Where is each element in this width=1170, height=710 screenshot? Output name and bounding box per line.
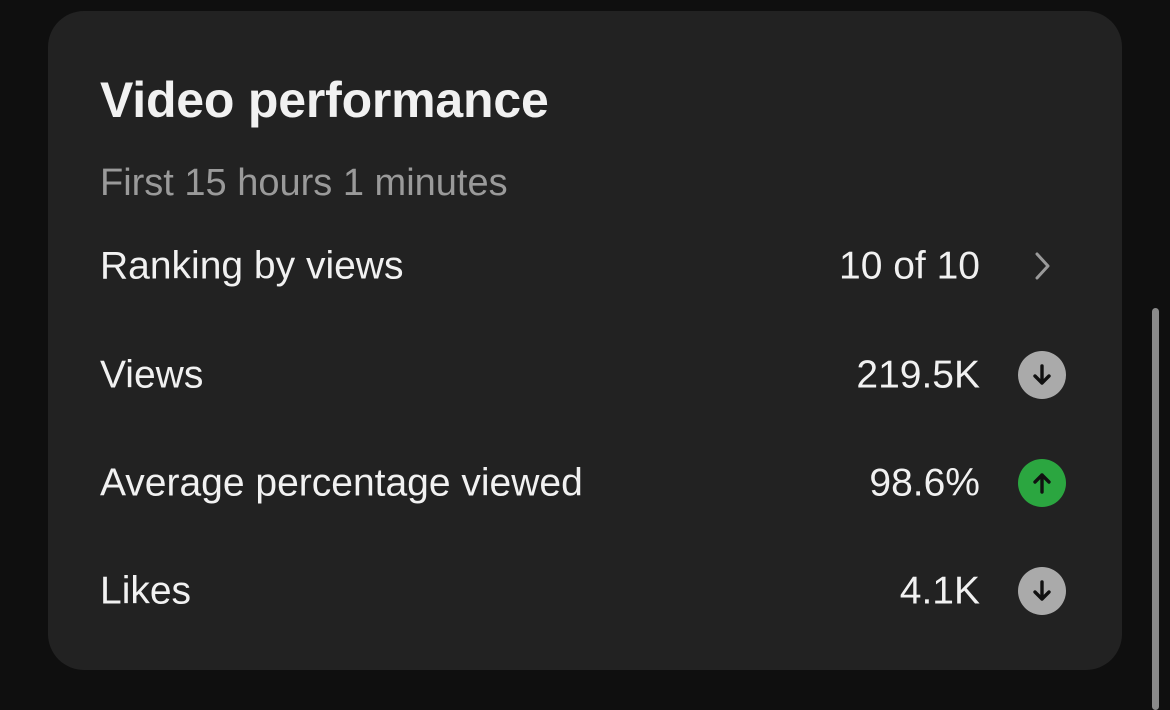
views-label: Views — [100, 353, 204, 397]
arrow-down-icon — [1018, 351, 1066, 399]
scrollbar[interactable] — [1152, 308, 1159, 710]
video-performance-card: Video performance First 15 hours 1 minut… — [48, 11, 1122, 670]
ranking-label: Ranking by views — [100, 244, 404, 288]
arrow-up-icon — [1018, 459, 1066, 507]
card-subtitle: First 15 hours 1 minutes — [100, 162, 508, 204]
chevron-right-icon[interactable] — [1030, 248, 1054, 284]
likes-label: Likes — [100, 569, 192, 613]
avg-percentage-label: Average percentage viewed — [100, 461, 583, 505]
likes-row: Likes 4.1K — [100, 561, 1068, 621]
views-value: 219.5K — [856, 353, 980, 397]
arrow-down-icon — [1018, 567, 1066, 615]
views-row: Views 219.5K — [100, 345, 1068, 405]
avg-percentage-row: Average percentage viewed 98.6% — [100, 453, 1068, 513]
ranking-value: 10 of 10 — [839, 244, 980, 288]
avg-percentage-value: 98.6% — [869, 461, 980, 505]
likes-value: 4.1K — [899, 569, 980, 613]
ranking-row[interactable]: Ranking by views 10 of 10 — [100, 236, 1068, 296]
card-title: Video performance — [100, 72, 549, 128]
